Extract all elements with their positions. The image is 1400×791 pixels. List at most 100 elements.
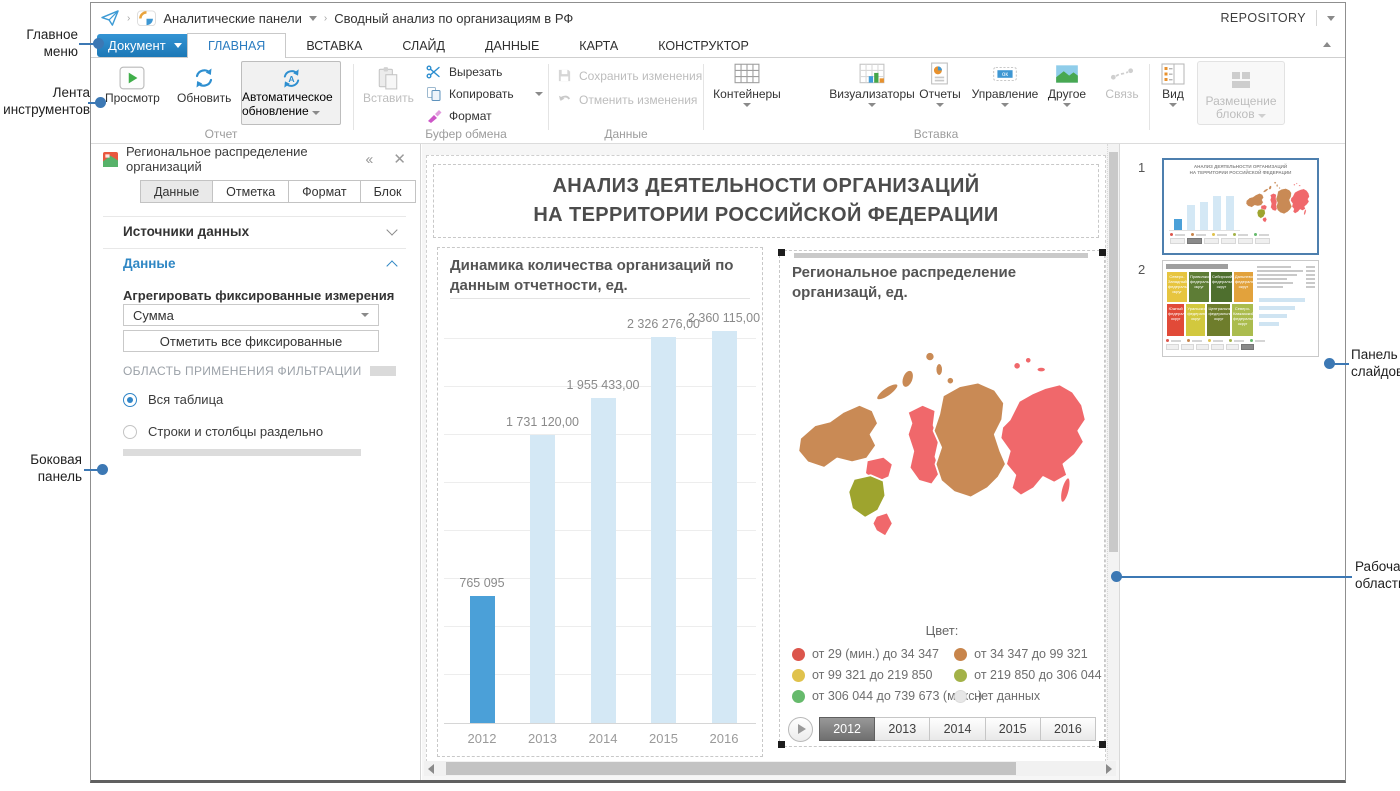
timeline-year-2016[interactable]: 2016 — [1040, 717, 1096, 741]
menu-tab-4[interactable]: КАРТА — [559, 33, 638, 58]
scroll-right-icon[interactable] — [1106, 764, 1112, 774]
mini-hbar — [1259, 314, 1287, 318]
insert-group-label: Вставка — [791, 127, 1081, 141]
containers-caret — [743, 103, 751, 107]
mini-russia-map — [1244, 179, 1312, 229]
legend-label: от 99 321 до 219 850 — [812, 668, 932, 682]
sidebar-tab-3[interactable]: Блок — [360, 180, 416, 203]
work-area-vertical-scrollbar[interactable] — [1107, 144, 1119, 760]
treemap-cell: Северо-Кавказский федеральный округ — [1231, 303, 1254, 337]
ribbon-collapse-icon[interactable] — [1323, 42, 1331, 47]
mini-table-row — [1257, 266, 1315, 268]
undo-changes-button[interactable]: Отменить изменения — [557, 92, 697, 107]
dashboard-title-block[interactable]: АНАЛИЗ ДЕЯТЕЛЬНОСТИ ОРГАНИЗАЦИЙ НА ТЕРРИ… — [433, 164, 1099, 238]
reports-button[interactable]: Отчеты — [913, 62, 967, 107]
slide-thumbnail-1[interactable]: АНАЛИЗ ДЕЯТЕЛЬНОСТИ ОРГАНИЗАЦИЙ НА ТЕРРИ… — [1162, 158, 1319, 255]
selection-handle[interactable] — [778, 249, 785, 256]
bar-2012 — [470, 596, 495, 723]
repository-label[interactable]: REPOSITORY — [1220, 11, 1306, 25]
format-button[interactable]: Формат — [426, 108, 492, 124]
scrollbar-thumb[interactable] — [446, 762, 1016, 775]
bar-value-label: 765 095 — [459, 576, 504, 590]
menu-tab-1[interactable]: ВСТАВКА — [286, 33, 382, 58]
view-button[interactable]: Вид — [1155, 62, 1191, 107]
sidebar-tab-1[interactable]: Отметка — [212, 180, 289, 203]
dashboard-title-line2: НА ТЕРРИТОРИИ РОССИЙСКОЙ ФЕДЕРАЦИИ — [533, 202, 998, 229]
map-block[interactable]: Региональное распределение организацй, е… — [779, 250, 1105, 747]
timeline-play-button[interactable] — [788, 717, 813, 742]
close-panel-icon[interactable]: ✕ — [393, 152, 406, 167]
containers-button[interactable]: Контейнеры — [711, 62, 783, 107]
paper-plane-icon[interactable] — [101, 10, 120, 27]
treemap-cell: Дальневосточный федеральный округ — [1233, 271, 1254, 303]
breadcrumb-section[interactable]: Аналитические панели — [163, 11, 302, 26]
mini-timeline-box — [1166, 344, 1179, 350]
work-area-horizontal-scrollbar[interactable] — [424, 761, 1116, 776]
auto-refresh-caret — [312, 111, 320, 115]
mini-table-row — [1257, 286, 1315, 288]
selection-handle[interactable] — [778, 741, 785, 748]
mini-bar — [1226, 196, 1234, 230]
controls-label: Управление — [972, 88, 1039, 101]
treemap-cell: Сибирский федеральный округ — [1210, 271, 1233, 303]
block-layout-button[interactable]: Размещение блоков — [1197, 61, 1285, 125]
sidebar-scrollbar[interactable] — [123, 449, 361, 456]
screenshot-stage: › Аналитические панели › Сводный анализ … — [0, 0, 1400, 791]
copy-caret[interactable] — [535, 92, 543, 96]
save-changes-button[interactable]: Сохранить изменения — [557, 68, 702, 83]
timeline-year-2013[interactable]: 2013 — [874, 717, 930, 741]
timeline-year-2012[interactable]: 2012 — [819, 717, 875, 741]
paste-button[interactable]: Вставить — [363, 66, 414, 105]
menu-tab-3[interactable]: ДАННЫЕ — [465, 33, 559, 58]
dashboard-icon[interactable] — [137, 10, 156, 27]
repository-caret[interactable] — [1327, 16, 1335, 21]
menu-tab-0[interactable]: ГЛАВНАЯ — [187, 33, 286, 58]
block-scrollbar-horizontal[interactable] — [794, 253, 1088, 258]
menu-tabs: ГЛАВНАЯВСТАВКАСЛАЙДДАННЫЕКАРТАКОНСТРУКТО… — [187, 33, 769, 58]
timeline-year-2015[interactable]: 2015 — [985, 717, 1041, 741]
sidebar-tab-0[interactable]: Данные — [140, 180, 213, 203]
data-group-label: Данные — [551, 127, 701, 141]
legend-dot — [792, 669, 805, 682]
link-label: Связь — [1105, 88, 1138, 101]
russia-map[interactable] — [789, 339, 1095, 567]
menu-tab-5[interactable]: КОНСТРУКТОР — [638, 33, 769, 58]
link-button[interactable]: Связь — [1099, 62, 1145, 101]
document-menu-label: Документ — [108, 38, 166, 53]
mark-all-fixed-button[interactable]: Отметить все фиксированные — [123, 330, 379, 352]
radio-whole-table[interactable]: Вся таблица — [123, 392, 223, 407]
sidebar-header: Региональное распределение организаций ‹… — [91, 144, 420, 174]
mini-timeline-box — [1170, 238, 1185, 244]
menu-tab-2[interactable]: СЛАЙД — [382, 33, 465, 58]
collapse-panel-icon[interactable]: ‹‹ — [365, 152, 371, 167]
bar-chart-block[interactable]: Динамика количества организаций по данны… — [437, 247, 763, 757]
play-icon — [119, 66, 145, 90]
controls-button[interactable]: ок Управление — [969, 62, 1041, 107]
divider — [703, 64, 704, 130]
callout-line — [1118, 576, 1352, 578]
slide-thumbnail-2[interactable]: Северо-Западный федеральный округПриволж… — [1162, 260, 1319, 357]
breadcrumb-document[interactable]: Сводный анализ по организациям в РФ — [334, 11, 573, 26]
aggregate-select[interactable]: Сумма — [123, 304, 379, 326]
copy-button[interactable]: Копировать — [426, 86, 543, 102]
selection-handle[interactable] — [1099, 741, 1106, 748]
scrollbar-thumb[interactable] — [1109, 152, 1118, 552]
preview-button[interactable]: Просмотр — [105, 66, 160, 105]
breadcrumb-section-caret[interactable] — [309, 16, 317, 21]
auto-refresh-toggle[interactable]: A Автоматическое обновление — [241, 61, 341, 125]
sidebar-tab-2[interactable]: Формат — [288, 180, 360, 203]
treemap-row: Северо-Западный федеральный округПриволж… — [1166, 271, 1254, 303]
document-menu-button[interactable]: Документ — [97, 34, 193, 57]
selection-handle[interactable] — [1099, 249, 1106, 256]
view-caret — [1169, 103, 1177, 107]
scroll-left-icon[interactable] — [428, 764, 434, 774]
section-data[interactable]: Данные — [123, 256, 396, 271]
refresh-button[interactable]: Обновить — [177, 66, 231, 105]
visualizers-button[interactable]: Визуализаторы — [831, 62, 913, 107]
format-label: Формат — [449, 109, 492, 123]
section-data-sources[interactable]: Источники данных — [123, 224, 396, 239]
radio-rows-cols-separately[interactable]: Строки и столбцы раздельно — [123, 424, 323, 439]
timeline-year-2014[interactable]: 2014 — [929, 717, 985, 741]
other-button[interactable]: Другое — [1041, 62, 1093, 107]
cut-button[interactable]: Вырезать — [426, 64, 502, 80]
